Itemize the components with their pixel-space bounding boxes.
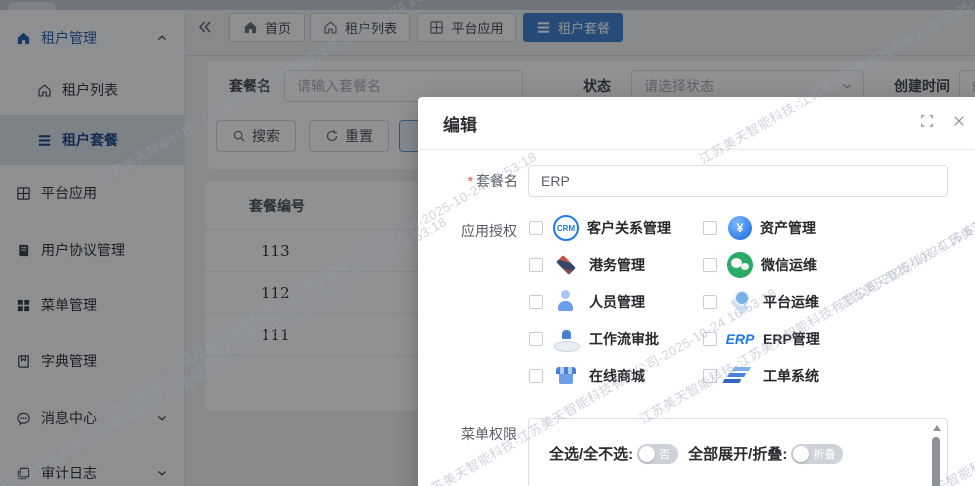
package-name-field[interactable] [528,165,948,197]
app-auth-item[interactable]: 平台运维 [703,287,959,317]
select-all-switch[interactable]: 否 [637,444,678,464]
workflow-app-icon [551,325,581,353]
package-name-field-label: *套餐名 [419,165,518,197]
app-checkbox[interactable] [529,221,543,235]
app-checkbox[interactable] [529,258,543,272]
menu-controls: 全选/全不选: 否 全部展开/折叠: 折叠 [549,443,853,464]
port-app-icon [551,251,581,279]
app-name-label: ERP管理 [763,329,820,349]
app-name-label: 人员管理 [589,292,645,312]
expand-collapse-switch-text: 折叠 [813,446,835,462]
app-name-label: 港务管理 [589,255,645,275]
erp-app-icon: ERP [725,325,755,353]
shop-app-icon [551,362,581,390]
app-auth-item[interactable]: ¥ 资产管理 [703,213,959,243]
app-name-label: 资产管理 [760,218,816,238]
crm-app-icon: CRM [553,215,579,241]
close-icon[interactable] [952,114,966,128]
app-auth-item[interactable]: 人员管理 [529,287,703,317]
app-auth-item[interactable]: 工单系统 [703,361,959,391]
scroll-up-arrow[interactable] [933,425,941,431]
wechat-app-icon [727,252,753,278]
app-screen: 租户管理租户列表租户套餐平台应用用户协议管理菜单管理字典管理消息中心审计日志 首… [0,0,975,486]
app-auth-item[interactable]: 工作流审批 [529,324,703,354]
workorder-app-icon [725,362,755,390]
expand-collapse-label: 全部展开/折叠: [688,443,787,464]
app-name-label: 客户关系管理 [587,218,671,238]
select-all-switch-text: 否 [659,446,670,462]
dialog-header: 编辑 [418,97,975,150]
app-auth-item[interactable]: 在线商城 [529,361,703,391]
app-checkbox[interactable] [703,369,717,383]
app-auth-item[interactable]: ERP ERP管理 [703,324,959,354]
person-app-icon [551,288,581,316]
required-star: * [468,173,473,189]
select-all-label: 全选/全不选: [549,443,633,464]
asset-app-icon: ¥ [728,216,752,240]
app-name-label: 平台运维 [763,292,819,312]
fullscreen-icon[interactable] [920,114,934,128]
apps-auth-label: 应用授权 [418,215,517,247]
menu-permission-box: 全选/全不选: 否 全部展开/折叠: 折叠 [528,418,948,486]
menu-scrollbar[interactable] [931,423,942,486]
app-name-label: 工单系统 [763,366,819,386]
app-checkbox[interactable] [529,332,543,346]
scrollbar-thumb[interactable] [932,437,940,486]
app-auth-item[interactable]: CRM 客户关系管理 [529,213,703,243]
app-auth-item[interactable]: 微信运维 [703,250,959,280]
app-checkbox[interactable] [703,258,717,272]
apps-auth-grid: CRM客户关系管理¥资产管理港务管理微信运维人员管理平台运维工作流审批ERPER… [529,213,959,391]
expand-collapse-switch[interactable]: 折叠 [791,444,843,464]
app-checkbox[interactable] [703,332,717,346]
app-checkbox[interactable] [529,369,543,383]
menu-permission-label: 菜单权限 [418,418,517,450]
app-checkbox[interactable] [703,221,717,235]
app-name-label: 在线商城 [589,366,645,386]
edit-dialog: 编辑 *套餐名 应用授权 CRM 客户关系管理 ¥ 资产管理港务管理 微信运维人员管理 平… [418,97,975,486]
app-name-label: 微信运维 [761,255,817,275]
dialog-title: 编辑 [443,111,477,136]
app-name-label: 工作流审批 [589,329,659,349]
app-checkbox[interactable] [529,295,543,309]
app-auth-item[interactable]: 港务管理 [529,250,703,280]
app-checkbox[interactable] [703,295,717,309]
platform-app-icon [725,288,755,316]
